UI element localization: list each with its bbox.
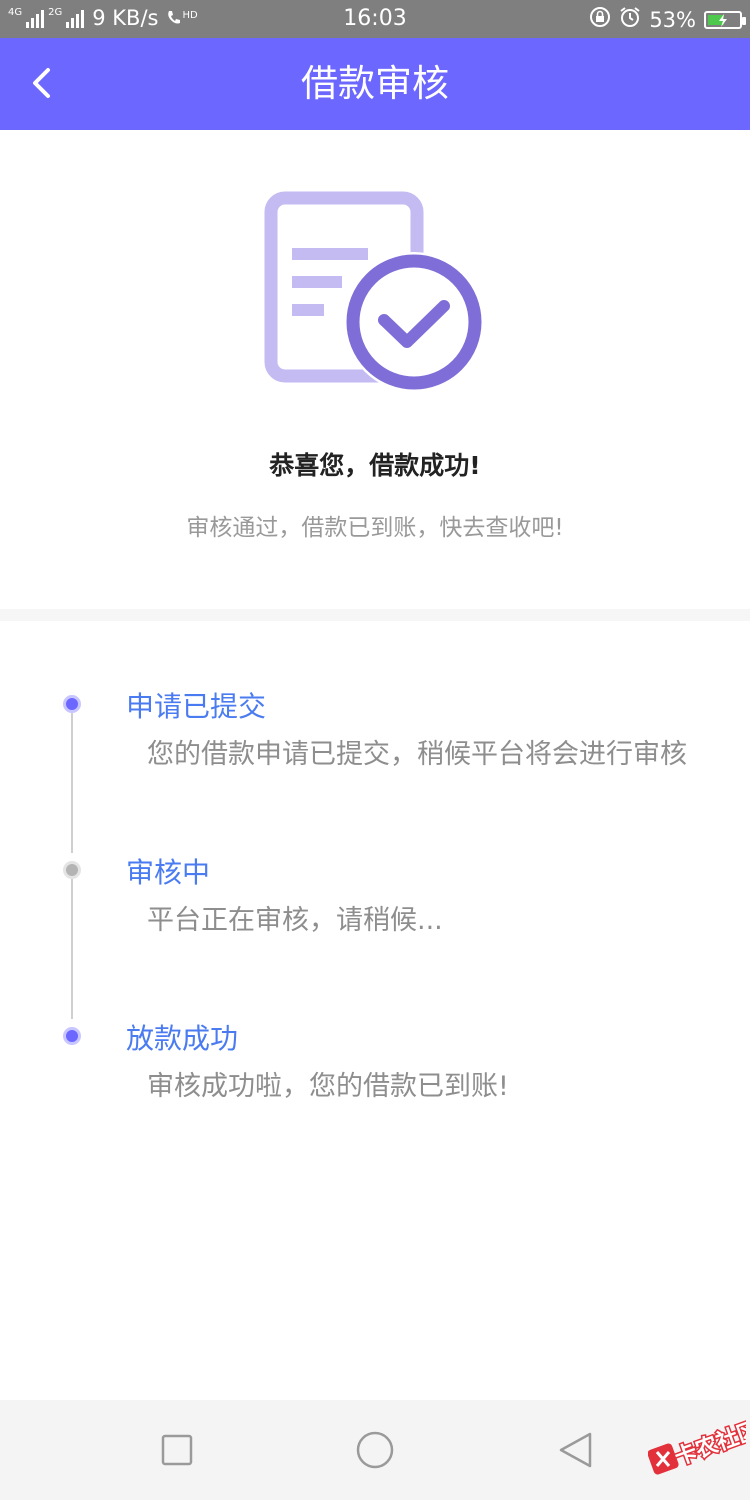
- circle-home-icon: [356, 1431, 394, 1469]
- battery-percent: 53%: [649, 7, 696, 32]
- svg-text:卡农社区: 卡农社区: [671, 1416, 746, 1470]
- square-recent-icon: [161, 1434, 193, 1466]
- status-bar: 4G 2G 9 KB/s HD 16:03 53%: [0, 0, 750, 38]
- timeline-step-description: 审核成功啦，您的借款已到账!: [147, 1071, 509, 1102]
- watermark-logo: 卡农社区: [647, 1408, 750, 1478]
- timeline-dot-reviewing: [63, 861, 81, 879]
- timeline-connector: [71, 713, 73, 853]
- timeline-step-title: 申请已提交: [126, 690, 267, 723]
- triangle-back-icon: [559, 1432, 592, 1468]
- timeline-connector: [71, 879, 73, 1019]
- rotation-lock-icon: [589, 6, 611, 33]
- battery-icon: [704, 10, 746, 29]
- chevron-left-icon: [33, 68, 50, 98]
- recent-apps-button[interactable]: [155, 1428, 199, 1472]
- app-header: 借款审核: [0, 38, 750, 130]
- success-title: 恭喜您，借款成功!: [269, 451, 481, 480]
- alarm-icon: [619, 6, 641, 33]
- system-back-button[interactable]: [553, 1428, 597, 1472]
- success-subtitle: 审核通过，借款已到账，快去查收吧!: [186, 515, 564, 541]
- status-right: 53%: [589, 6, 746, 33]
- timeline-step-title: 审核中: [126, 856, 211, 889]
- timeline-step-title: 放款成功: [126, 1022, 239, 1055]
- page-title: 借款审核: [301, 62, 449, 105]
- timeline-step-description: 您的借款申请已提交，稍候平台将会进行审核: [147, 739, 687, 770]
- timeline-step-description: 平台正在审核，请稍候...: [147, 905, 443, 936]
- system-nav-bar: [0, 1400, 750, 1500]
- document-check-icon: [262, 190, 488, 396]
- timeline-dot-submitted: [63, 695, 81, 713]
- review-timeline: 申请已提交 您的借款申请已提交，稍候平台将会进行审核 审核中 平台正在审核，请稍…: [0, 621, 750, 1181]
- back-button[interactable]: [20, 60, 68, 108]
- section-divider: [0, 609, 750, 621]
- home-button[interactable]: [353, 1428, 397, 1472]
- timeline-dot-disbursed: [63, 1027, 81, 1045]
